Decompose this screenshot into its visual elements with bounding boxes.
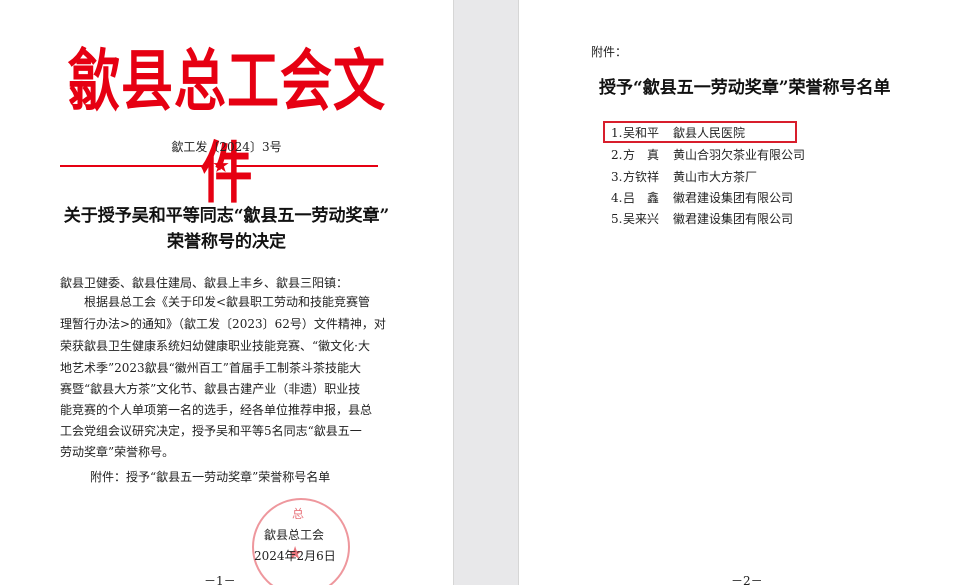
list-item-org: 徽君建设集团有限公司 [673, 191, 794, 205]
list-item-name: 吕 鑫 [623, 191, 660, 205]
list-item-number: 5. [611, 212, 623, 226]
list-item-org: 黄山市大方茶厂 [673, 170, 758, 184]
addressee: 歙县卫健委、歙县住建局、歙县上丰乡、歙县三阳镇： [60, 276, 349, 290]
page-gap [454, 0, 518, 585]
list-item-name: 方钦祥 [623, 170, 660, 184]
red-divider-right [232, 165, 378, 167]
decision-title-line-1: 关于授予吴和平等同志“歙县五一劳动奖章” [63, 206, 390, 226]
body-line: 理暂行办法>的通知》（歙工发〔2023〕62号）文件精神，对 [60, 317, 386, 331]
list-title: 授予“歙县五一劳动奖章”荣誉称号名单 [599, 78, 891, 98]
document-viewer[interactable]: 歙县总工会文件 歙工发〔2024〕3号 ★ 关于授予吴和平等同志“歙县五一劳动奖… [0, 0, 954, 585]
signature-date: 2024年2月6日 [254, 549, 336, 563]
red-masthead: 歙县总工会文件 [67, 43, 386, 213]
list-item-name: 方 真 [623, 148, 660, 162]
document-page-1: 歙县总工会文件 歙工发〔2024〕3号 ★ 关于授予吴和平等同志“歙县五一劳动奖… [0, 0, 454, 585]
list-item: 5.吴来兴 徽君建设集团有限公司 [611, 210, 793, 227]
body-line: 地艺术季”2023歙县“徽州百工”首届手工制茶斗茶技能大 [60, 361, 361, 375]
list-item: 2.方 真黄山合羽欠茶业有限公司 [611, 146, 805, 163]
list-item-org: 徽君建设集团有限公司 [673, 212, 794, 226]
page-number: －1－ [204, 574, 236, 585]
list-item-number: 2. [611, 148, 623, 162]
decision-title-line-2: 荣誉称号的决定 [167, 232, 286, 252]
body-line: 荣获歙县卫生健康系统妇幼健康职业技能竞赛、“徽文化·大 [60, 339, 370, 353]
signature-organization: 歙县总工会 [264, 528, 325, 542]
body-line: 工会党组会议研究决定，授予吴和平等5名同志“歙县五一 [60, 424, 362, 438]
attachment-note: 附件：授予“歙县五一劳动奖章”荣誉称号名单 [90, 470, 331, 484]
body-line: 劳动奖章”荣誉称号。 [60, 445, 175, 459]
list-item-name: 吴来兴 [623, 212, 660, 226]
document-page-2: 附件： 授予“歙县五一劳动奖章”荣誉称号名单 1.吴和平 歙县人民医院 2.方 真… [518, 0, 954, 585]
page-number: －2－ [731, 574, 763, 585]
list-item-number: 3. [611, 170, 623, 184]
star-icon: ★ [212, 153, 230, 177]
body-line: 根据县总工会《关于印发<歙县职工劳动和技能竞赛管 [84, 295, 371, 309]
body-line: 赛暨“歙县大方茶”文化节、歙县古建产业（非遗）职业技 [60, 382, 361, 396]
red-divider-left [60, 165, 208, 167]
list-item: 3.方钦祥 黄山市大方茶厂 [611, 168, 757, 185]
seal-character: 总 [292, 507, 305, 521]
list-item-number: 4. [611, 191, 623, 205]
list-item: 4.吕 鑫徽君建设集团有限公司 [611, 189, 793, 206]
attachment-label: 附件： [591, 45, 628, 59]
body-line: 能竞赛的个人单项第一名的选手，经各单位推荐申报，县总 [60, 403, 373, 417]
list-item-org: 黄山合羽欠茶业有限公司 [673, 148, 806, 162]
highlight-box [603, 121, 797, 143]
